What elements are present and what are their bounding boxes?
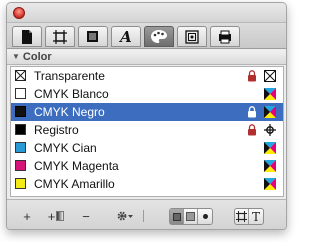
inspector-tab-bar: A [7, 23, 286, 49]
print-icon [219, 30, 231, 43]
swatch-chip [15, 88, 26, 99]
swatch-chip [15, 178, 26, 189]
tab-color[interactable] [144, 26, 174, 47]
swatch-row[interactable]: CMYK Negro [11, 103, 283, 121]
swatch-chip [15, 160, 26, 171]
swatch-label: CMYK Cian [34, 141, 97, 155]
image-frame-icon [185, 29, 199, 44]
frame-shadow-icon [87, 30, 98, 42]
swatch-row[interactable]: CMYK Magenta [11, 157, 283, 175]
footer-divider [143, 210, 144, 222]
swatch-label: CMYK Amarillo [34, 177, 115, 191]
swatch-chip [15, 106, 26, 117]
apply-mode-control: T [234, 208, 264, 225]
add-gradient-button[interactable]: + [44, 208, 68, 224]
text-icon: A [120, 27, 132, 46]
color-section-header[interactable]: ▼ Color [7, 50, 286, 65]
tab-crop[interactable] [45, 26, 75, 47]
crop-frame-icon [53, 29, 67, 44]
cmyk-type-icon [264, 178, 276, 190]
lock-icon [248, 106, 256, 118]
remove-swatch-button[interactable]: − [80, 209, 92, 224]
swatch-chip [15, 124, 26, 135]
view-small-swatch-button[interactable] [170, 209, 184, 224]
apply-text-button[interactable]: T [249, 209, 263, 224]
panel-footer: + + − T [7, 199, 286, 229]
swatch-chip [15, 70, 26, 81]
swatch-row[interactable]: CMYK Cian [11, 139, 283, 157]
cmyk-type-icon [264, 142, 276, 154]
palette-window: A ▼ Color Transparente CMYK Blanco CMYK Neg… [0, 0, 296, 242]
lock-icon [248, 124, 256, 136]
swatch-label: CMYK Blanco [34, 87, 109, 101]
section-title: Color [22, 51, 52, 63]
small-swatch-icon [172, 212, 181, 221]
apply-frame-button[interactable] [235, 209, 249, 224]
lock-icon [248, 70, 256, 82]
swatch-chip [15, 142, 26, 153]
tab-text[interactable]: A [111, 26, 141, 47]
add-swatch-button[interactable]: + [21, 209, 33, 224]
swatch-row[interactable]: CMYK Blanco [11, 85, 283, 103]
swatch-list: Transparente CMYK Blanco CMYK Negro Registr… [10, 66, 284, 197]
options-menu-button[interactable] [111, 209, 139, 223]
swatch-label: Transparente [34, 69, 105, 83]
view-dot-button[interactable] [198, 209, 212, 224]
frame-apply-icon [236, 211, 247, 222]
tab-image[interactable] [177, 26, 207, 47]
cmyk-type-icon [264, 106, 276, 118]
swatch-label: CMYK Negro [34, 105, 105, 119]
tab-document[interactable] [12, 26, 42, 47]
swatches-panel: A ▼ Color Transparente CMYK Blanco CMYK Neg… [6, 2, 287, 230]
swatch-row[interactable]: Registro [11, 121, 283, 139]
gradient-icon [56, 211, 65, 221]
view-mode-control [169, 208, 213, 225]
none-type-icon [264, 70, 276, 82]
swatch-label: Registro [34, 123, 79, 137]
title-bar[interactable] [7, 3, 286, 23]
registration-type-icon [264, 124, 276, 136]
swatch-row[interactable]: CMYK Amarillo [11, 175, 283, 193]
tab-print[interactable] [210, 26, 240, 47]
close-button[interactable] [13, 7, 25, 19]
gear-icon [117, 211, 133, 221]
add-gradient-label: + [47, 208, 56, 224]
cmyk-type-icon [264, 88, 276, 100]
document-icon [22, 29, 32, 44]
swatch-label: CMYK Magenta [34, 159, 119, 173]
large-swatch-icon [186, 212, 195, 221]
palette-icon [151, 30, 167, 43]
text-apply-icon: T [251, 209, 260, 224]
cmyk-type-icon [264, 160, 276, 172]
swatch-row[interactable]: Transparente [11, 67, 283, 85]
disclosure-triangle-icon[interactable]: ▼ [12, 50, 20, 64]
dot-icon [202, 214, 208, 219]
view-large-swatch-button[interactable] [184, 209, 198, 224]
tab-frame[interactable] [78, 26, 108, 47]
